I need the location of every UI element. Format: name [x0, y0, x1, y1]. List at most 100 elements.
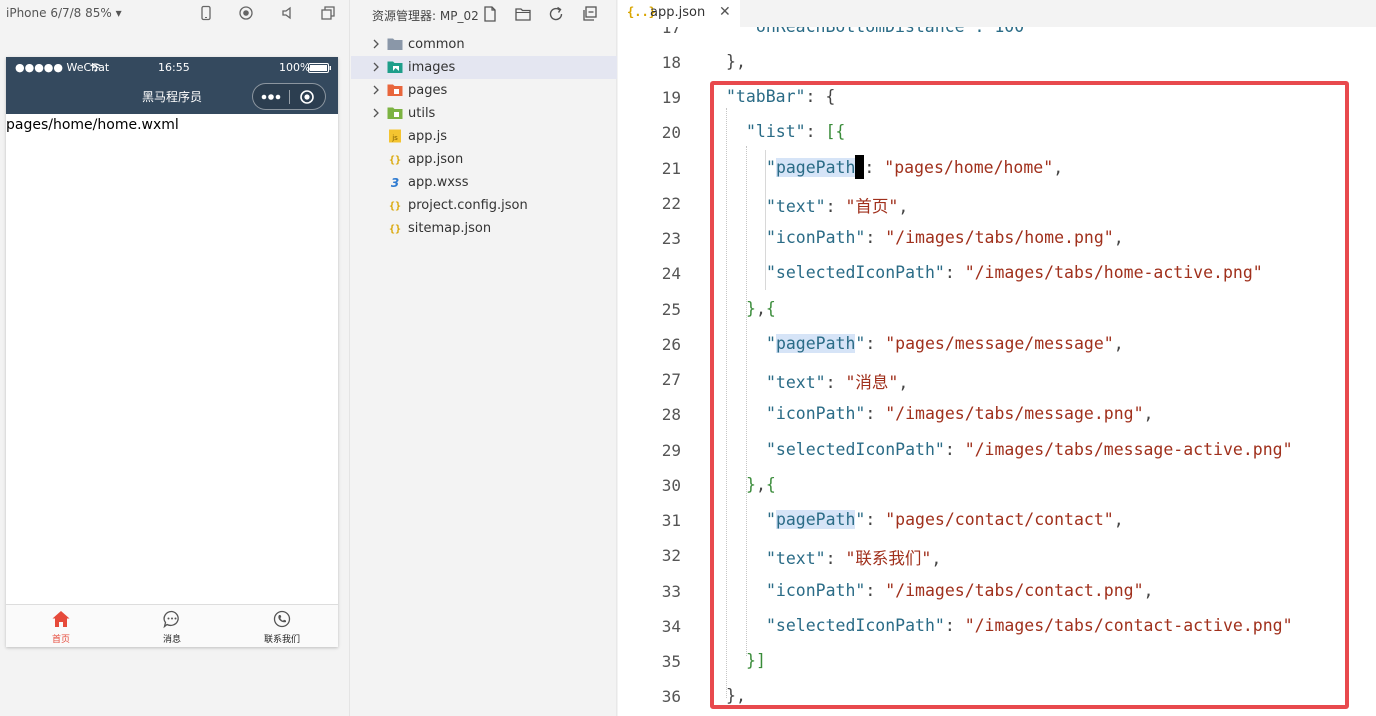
tree-item-common[interactable]: common [351, 33, 617, 56]
line-number: 33 [661, 582, 681, 601]
tab-message[interactable]: 消息 [117, 605, 227, 648]
code-line: 33 "iconPath": "/images/tabs/contact.png… [618, 574, 1376, 609]
capsule-divider [289, 90, 290, 104]
tab-contact[interactable]: 联系我们 [227, 605, 337, 648]
line-number: 36 [661, 687, 681, 706]
status-bar: ●●●●● WeChat 16:55 100% [6, 57, 338, 79]
phone-icon [273, 610, 291, 628]
tree-item-pages[interactable]: pages [351, 79, 617, 102]
line-number: 22 [661, 194, 681, 213]
code-area[interactable]: 17 "onReachBottomDistance": 100 18 }, 19… [618, 0, 1376, 716]
tree-item-project-config[interactable]: {} project.config.json [351, 194, 617, 217]
svg-text:js: js [391, 134, 398, 142]
close-miniprogram-icon[interactable] [299, 89, 315, 105]
json-file-icon: {} [389, 201, 401, 212]
pages-folder-icon [387, 84, 403, 96]
utils-folder-icon [387, 107, 403, 119]
code-line: 26 "pagePath": "pages/message/message", [618, 327, 1376, 362]
home-icon [52, 611, 70, 627]
svg-text:3: 3 [391, 176, 399, 189]
code-line: 18 }, [618, 45, 1376, 80]
wifi-icon [90, 63, 101, 72]
line-number: 23 [661, 229, 681, 248]
tree-item-label: app.json [408, 152, 464, 167]
tab-app-json[interactable]: {..} app.json ✕ [618, 0, 740, 27]
tab-home[interactable]: 首页 [6, 605, 116, 648]
record-icon[interactable] [238, 5, 254, 21]
tree-item-app-wxss[interactable]: 3 app.wxss [351, 171, 617, 194]
folder-icon [387, 38, 403, 50]
code-line: 19 "tabBar": { [618, 80, 1376, 115]
code-line: 35 }] [618, 644, 1376, 679]
tree-item-label: app.wxss [408, 175, 469, 190]
tab-label: app.json [650, 5, 706, 20]
tab-home-label: 首页 [51, 635, 70, 645]
json-file-icon: {} [389, 155, 401, 166]
code-text: "tabBar": { [726, 87, 836, 106]
code-text: "text": "首页", [766, 197, 909, 216]
detach-window-icon[interactable] [320, 5, 336, 21]
code-line: 23 "iconPath": "/images/tabs/home.png", [618, 221, 1376, 256]
new-file-icon[interactable] [481, 5, 499, 23]
svg-text:{}: {} [389, 155, 401, 166]
line-number: 28 [661, 405, 681, 424]
line-number: 21 [661, 159, 681, 178]
code-text: },{ [746, 475, 776, 494]
code-line: 30 },{ [618, 468, 1376, 503]
line-number: 35 [661, 652, 681, 671]
code-text: "list": [{ [746, 122, 846, 141]
tab-message-label: 消息 [162, 635, 181, 645]
code-line: 31 "pagePath": "pages/contact/contact", [618, 503, 1376, 538]
page-content-text: pages/home/home.wxml [6, 117, 179, 133]
code-editor: 17 "onReachBottomDistance": 100 18 }, 19… [618, 0, 1376, 716]
code-line: 34 "selectedIconPath": "/images/tabs/con… [618, 609, 1376, 644]
line-number: 26 [661, 335, 681, 354]
tree-item-app-json[interactable]: {} app.json [351, 148, 617, 171]
refresh-icon[interactable] [547, 5, 565, 23]
code-text: "selectedIconPath": "/images/tabs/home-a… [766, 263, 1263, 282]
code-text: }] [746, 651, 766, 670]
explorer-title: 资源管理器: MP_02 [372, 9, 479, 23]
svg-text:{}: {} [389, 201, 401, 212]
new-folder-icon[interactable] [514, 5, 532, 23]
line-number: 20 [661, 123, 681, 142]
phone-mode-icon[interactable] [198, 5, 214, 21]
line-number: 31 [661, 511, 681, 530]
tree-item-label: utils [408, 106, 436, 121]
code-text: }, [726, 686, 746, 705]
code-text: "iconPath": "/images/tabs/contact.png", [766, 581, 1154, 600]
code-text: "selectedIconPath": "/images/tabs/messag… [766, 440, 1293, 459]
device-select[interactable]: iPhone 6/7/8 85% ▾ [6, 6, 122, 20]
tree-item-label: pages [408, 83, 448, 98]
line-number: 29 [661, 441, 681, 460]
tree-item-utils[interactable]: utils [351, 102, 617, 125]
explorer-header: 资源管理器: MP_02 [351, 0, 617, 28]
phone-screen: ●●●●● WeChat 16:55 100% 黑马程序员 pages/home… [6, 57, 338, 647]
code-line: 28 "iconPath": "/images/tabs/message.png… [618, 397, 1376, 432]
line-number: 27 [661, 370, 681, 389]
tree-item-app-js[interactable]: js app.js [351, 125, 617, 148]
chevron-right-icon [373, 39, 379, 49]
more-dots-icon[interactable] [261, 93, 281, 101]
css-file-icon: 3 [391, 176, 399, 189]
collapse-all-icon[interactable] [581, 5, 599, 23]
svg-text:{}: {} [389, 224, 401, 235]
images-folder-icon [387, 61, 403, 73]
tree-item-label: project.config.json [408, 198, 528, 213]
tree-item-sitemap[interactable]: {} sitemap.json [351, 217, 617, 240]
volume-icon[interactable] [280, 5, 296, 21]
line-number: 30 [661, 476, 681, 495]
editor-tabstrip: {..} app.json ✕ [618, 0, 1376, 27]
json-file-icon: {} [389, 224, 401, 235]
file-explorer: 资源管理器: MP_02 common images pages utils j… [351, 0, 617, 716]
tree-item-images[interactable]: images [351, 56, 617, 79]
code-line: 22 "text": "首页", [618, 186, 1376, 221]
code-line: 21 "pagePath: "pages/home/home", [618, 151, 1376, 186]
simulator-toolbar: iPhone 6/7/8 85% ▾ [0, 0, 350, 27]
close-icon[interactable]: ✕ [719, 3, 731, 20]
code-text: "iconPath": "/images/tabs/home.png", [766, 228, 1124, 247]
js-file-icon: js [389, 129, 401, 143]
code-line: 36 }, [618, 679, 1376, 714]
chevron-right-icon [373, 85, 379, 95]
code-line: 25 },{ [618, 292, 1376, 327]
